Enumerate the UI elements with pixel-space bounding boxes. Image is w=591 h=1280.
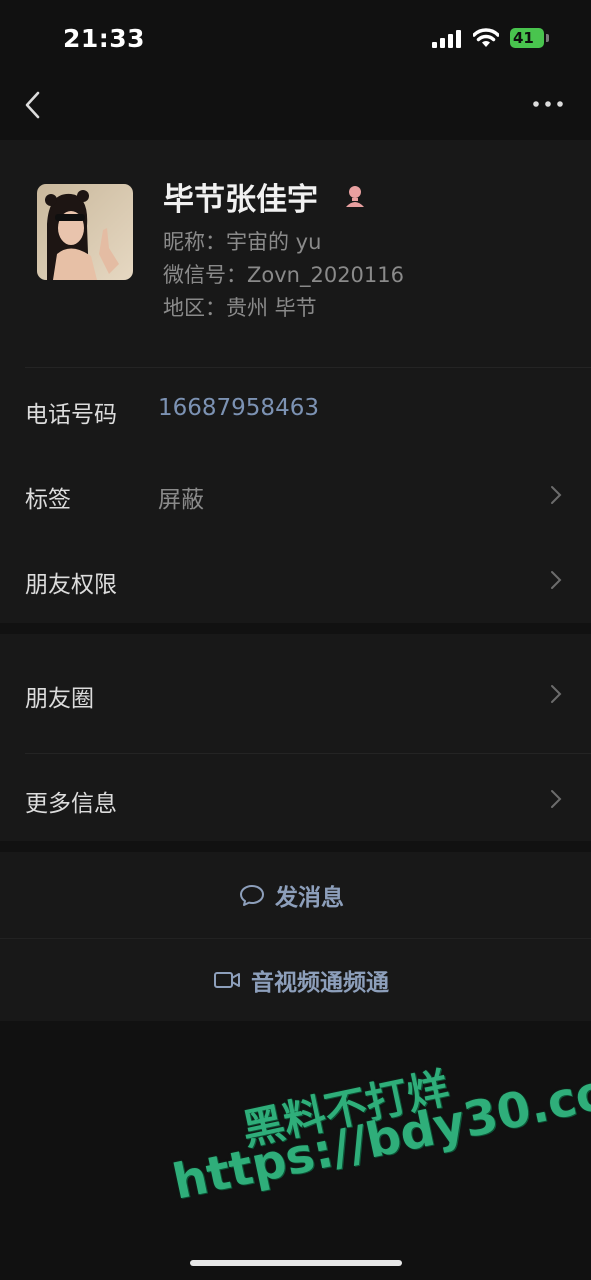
wifi-icon (473, 28, 499, 47)
more-options-icon[interactable] (530, 94, 566, 114)
back-icon[interactable] (18, 88, 48, 122)
avatar[interactable] (37, 184, 133, 280)
wechat-id: 微信号：Zovn_2020116 (163, 263, 404, 287)
female-gender-icon (346, 186, 364, 207)
more-info-label: 更多信息 (25, 791, 117, 817)
video-call-button[interactable]: 音视频通频通 (0, 939, 591, 1021)
nickname: 昵称：宇宙的 yu (163, 230, 322, 254)
region: 地区：贵州 毕节 (163, 296, 317, 320)
tags-row[interactable]: 标签 屏蔽 (0, 453, 591, 538)
chevron-right-icon (551, 486, 562, 504)
send-message-button[interactable]: 发消息 (0, 852, 591, 938)
tags-value: 屏蔽 (158, 487, 204, 513)
info-section: 电话号码 16687958463 标签 屏蔽 朋友权限 (0, 367, 591, 623)
battery-icon: 41 (510, 28, 550, 49)
home-indicator[interactable] (190, 1260, 402, 1266)
video-call-label: 音视频通频通 (251, 970, 389, 996)
phone-row[interactable]: 电话号码 16687958463 (0, 367, 591, 453)
send-message-label: 发消息 (275, 885, 344, 911)
social-section: 朋友圈 更多信息 (0, 634, 591, 841)
status-time: 21:33 (63, 24, 146, 53)
tags-label: 标签 (25, 487, 71, 513)
profile-name: 毕节张佳宇 (163, 182, 318, 218)
phone-number-link[interactable]: 16687958463 (158, 395, 319, 421)
moments-label: 朋友圈 (25, 686, 94, 712)
chevron-right-icon (551, 790, 562, 808)
phone-label: 电话号码 (25, 402, 117, 428)
moments-row[interactable]: 朋友圈 (0, 634, 591, 753)
friend-permissions-row[interactable]: 朋友权限 (0, 538, 591, 623)
chevron-right-icon (551, 685, 562, 703)
more-info-row[interactable]: 更多信息 (0, 754, 591, 841)
chat-bubble-icon (240, 885, 264, 906)
video-camera-icon (214, 972, 240, 988)
battery-level: 41 (513, 29, 534, 47)
cellular-signal-icon (432, 30, 461, 48)
chevron-right-icon (551, 571, 562, 589)
friend-permissions-label: 朋友权限 (25, 572, 117, 598)
